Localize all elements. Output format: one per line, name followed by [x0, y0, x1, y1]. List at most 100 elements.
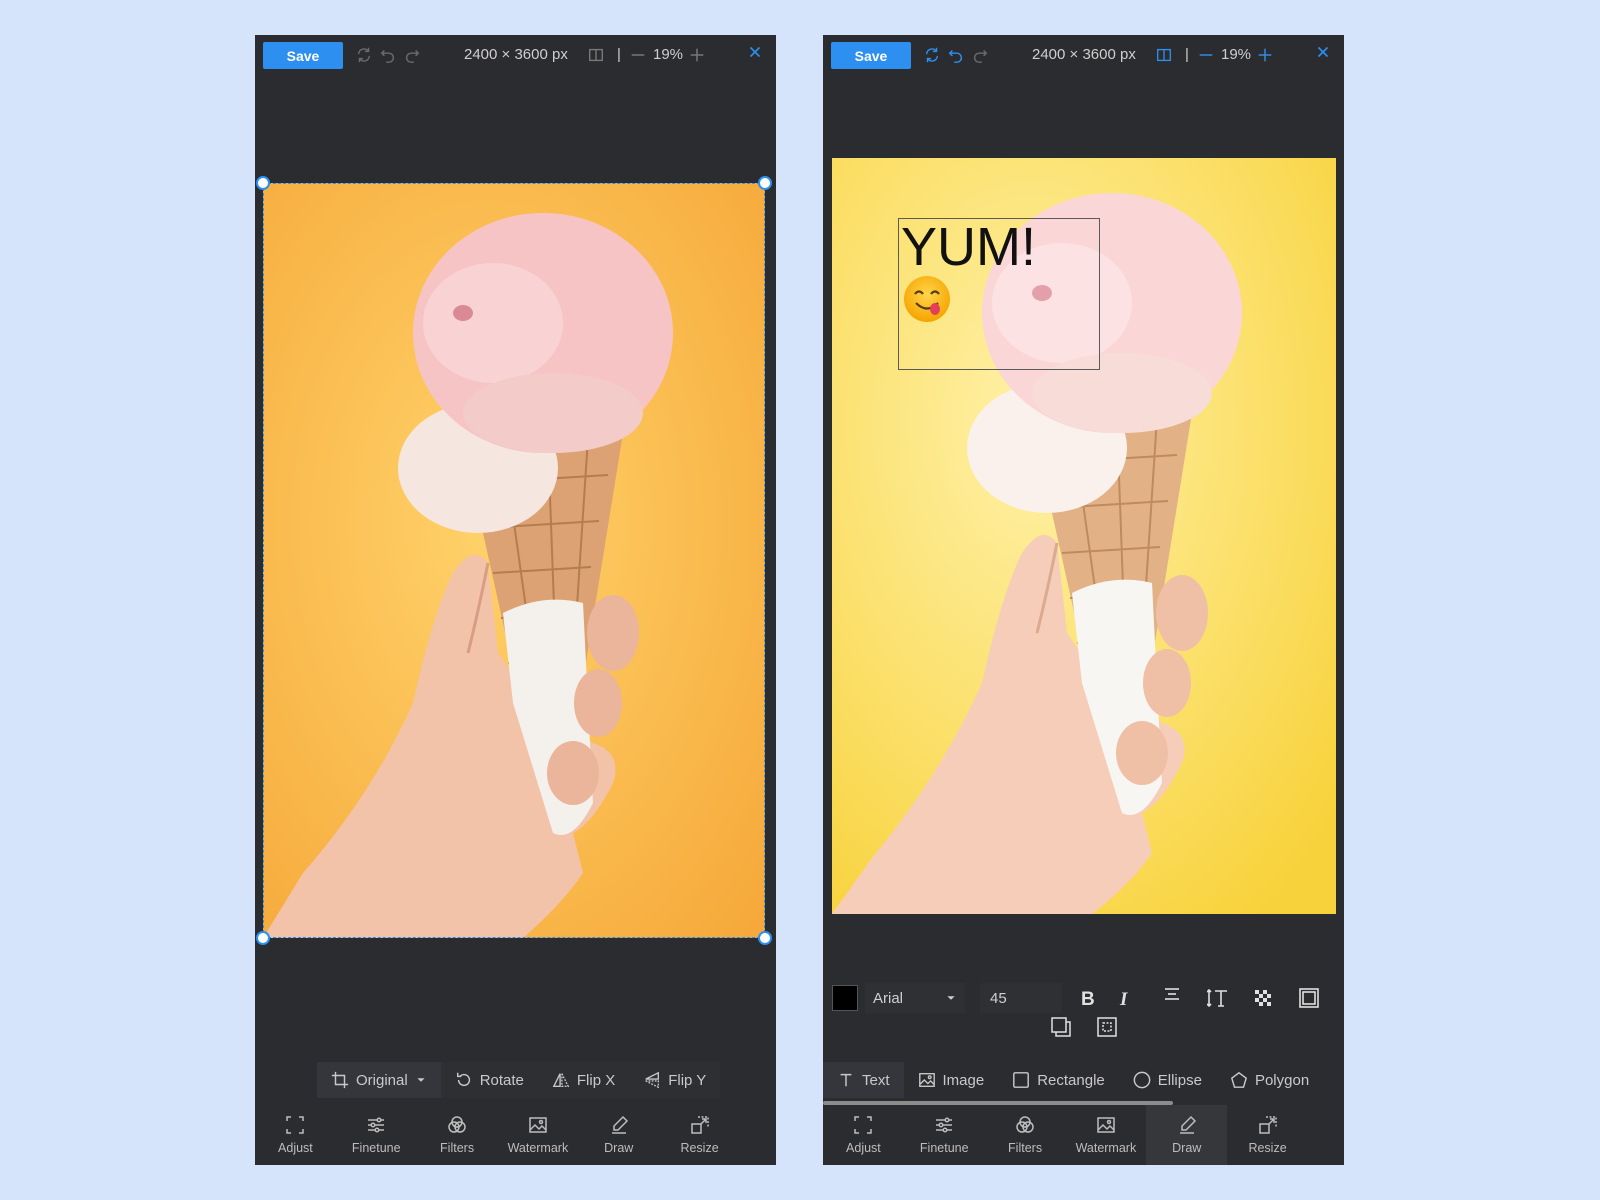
nav-label: Filters [1008, 1141, 1043, 1155]
filters-icon [1016, 1116, 1034, 1133]
close-icon[interactable] [745, 42, 765, 62]
nav-adjust[interactable]: Adjust [255, 1105, 336, 1165]
nav-finetune[interactable]: Finetune [336, 1105, 417, 1165]
top-toolbar: Save 2400 × 3600 px | 19% [255, 35, 776, 79]
savoring-face-emoji-icon [904, 276, 950, 322]
nav-filters[interactable]: Filters [417, 1105, 498, 1165]
photo-canvas[interactable] [263, 183, 765, 938]
sliders-icon [368, 1117, 385, 1133]
reset-icon[interactable] [922, 45, 942, 65]
watermark-icon [529, 1117, 547, 1133]
draw-tool-label: Ellipse [1157, 1071, 1202, 1089]
flip-x-button[interactable]: Flip X [538, 1062, 629, 1098]
adjust-icon [286, 1116, 305, 1134]
flip-y-button[interactable]: Flip Y [629, 1062, 720, 1098]
pencil-icon [611, 1115, 628, 1134]
font-family-select[interactable]: Arial [865, 983, 965, 1013]
draw-tool-text[interactable]: Text [823, 1062, 904, 1098]
draw-tools: Text Image Rectangle Ellipse Polygon [823, 1062, 1323, 1098]
nav-label: Draw [604, 1141, 634, 1155]
reset-icon[interactable] [354, 45, 374, 65]
ellipse-tool-icon [1133, 1071, 1151, 1089]
editor-panel-adjust: Save 2400 × 3600 px | 19% Original Rotat… [255, 35, 776, 1165]
nav-finetune[interactable]: Finetune [904, 1105, 985, 1165]
crop-tools: Original Rotate Flip X Flip Y [317, 1062, 721, 1098]
crop-handle-top-left[interactable] [256, 176, 270, 190]
nav-label: Resize [680, 1141, 719, 1155]
zoom-in-icon[interactable] [1255, 45, 1275, 65]
nav-draw[interactable]: Draw [578, 1105, 659, 1165]
font-family-value: Arial [873, 989, 904, 1007]
nav-label: Resize [1248, 1141, 1287, 1155]
pencil-icon [1179, 1115, 1196, 1134]
draw-tool-polygon[interactable]: Polygon [1216, 1062, 1323, 1098]
nav-watermark[interactable]: Watermark [1065, 1105, 1146, 1165]
nav-resize[interactable]: Resize [1227, 1105, 1308, 1165]
zoom-out-icon[interactable] [628, 45, 648, 65]
zoom-out-icon[interactable] [1196, 45, 1216, 65]
nav-label: Watermark [1075, 1141, 1137, 1155]
undo-icon[interactable] [378, 45, 398, 65]
crop-handle-bottom-right[interactable] [758, 931, 772, 945]
toolbar-separator: | [617, 46, 621, 63]
align-center-icon[interactable] [1159, 982, 1185, 1008]
redo-icon[interactable] [402, 45, 422, 65]
text-settings-toolbar: Arial B I [823, 980, 1344, 1050]
annotation-text: YUM! [901, 217, 1036, 277]
font-size-input[interactable] [980, 983, 1062, 1013]
shadow-icon[interactable] [1048, 1014, 1074, 1040]
flip-y-icon [645, 1071, 660, 1089]
flip-y-label: Flip Y [668, 1071, 707, 1089]
bottom-nav: Adjust Finetune Filters Watermark Draw R… [255, 1105, 740, 1165]
padding-icon[interactable] [1094, 1014, 1120, 1040]
zoom-level: 19% [1221, 46, 1252, 63]
svg-text:B: B [1081, 989, 1095, 1009]
line-height-icon[interactable] [1205, 985, 1231, 1011]
save-button[interactable]: Save [263, 42, 343, 69]
bottom-nav: Adjust Finetune Filters Watermark Draw R… [823, 1105, 1308, 1165]
rotate-button[interactable]: Rotate [441, 1062, 538, 1098]
resize-icon [690, 1116, 709, 1134]
compare-icon[interactable] [586, 45, 606, 65]
close-icon[interactable] [1313, 42, 1333, 62]
stroke-icon[interactable] [1296, 985, 1322, 1011]
zoom-in-icon[interactable] [687, 45, 707, 65]
draw-tool-ellipse[interactable]: Ellipse [1119, 1062, 1216, 1098]
nav-label: Draw [1172, 1141, 1202, 1155]
compare-icon[interactable] [1154, 45, 1174, 65]
chevron-down-icon [947, 996, 955, 1000]
redo-icon[interactable] [970, 45, 990, 65]
rotate-icon [456, 1072, 470, 1087]
image-dimensions: 2400 × 3600 px [464, 46, 568, 63]
zoom-level: 19% [653, 46, 684, 63]
text-color-swatch[interactable] [832, 985, 858, 1011]
image-tool-icon [918, 1073, 935, 1087]
nav-filters[interactable]: Filters [985, 1105, 1066, 1165]
nav-label: Finetune [919, 1141, 969, 1155]
crop-ratio-dropdown[interactable]: Original [317, 1062, 441, 1098]
save-button[interactable]: Save [831, 42, 911, 69]
rectangle-tool-icon [1013, 1072, 1030, 1088]
undo-icon[interactable] [946, 45, 966, 65]
nav-adjust[interactable]: Adjust [823, 1105, 904, 1165]
crop-handle-bottom-left[interactable] [256, 931, 270, 945]
sliders-icon [936, 1117, 953, 1133]
nav-label: Watermark [507, 1141, 569, 1155]
svg-text:I: I [1119, 989, 1128, 1009]
draw-tool-rectangle[interactable]: Rectangle [998, 1062, 1119, 1098]
nav-watermark[interactable]: Watermark [497, 1105, 578, 1165]
top-toolbar: Save 2400 × 3600 px | 19% [823, 35, 1344, 79]
draw-tool-image[interactable]: Image [904, 1062, 999, 1098]
text-annotation[interactable]: YUM! [898, 217, 1100, 370]
text-tool-icon [840, 1073, 852, 1087]
chevron-down-icon [417, 1078, 425, 1082]
polygon-tool-icon [1230, 1071, 1247, 1088]
bold-icon[interactable]: B [1075, 985, 1101, 1011]
italic-icon[interactable]: I [1112, 985, 1138, 1011]
transparency-icon[interactable] [1250, 985, 1276, 1011]
nav-label: Filters [440, 1141, 475, 1155]
nav-resize[interactable]: Resize [659, 1105, 740, 1165]
nav-draw[interactable]: Draw [1146, 1105, 1228, 1165]
editor-panel-draw: Save 2400 × 3600 px | 19% YUM! Arial 45 … [823, 35, 1344, 1165]
crop-handle-top-right[interactable] [758, 176, 772, 190]
